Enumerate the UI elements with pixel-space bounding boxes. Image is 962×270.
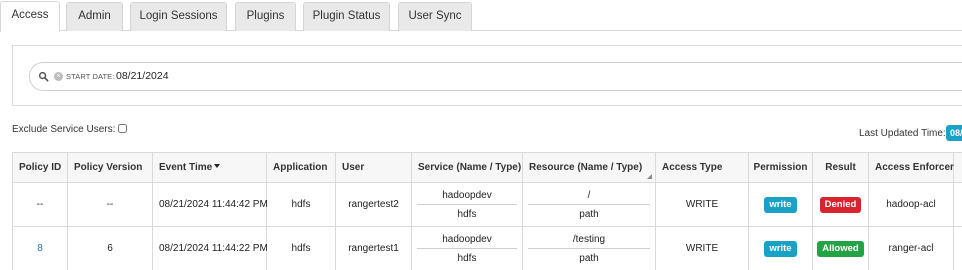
table-row[interactable]: 8 6 08/21/2024 11:44:22 PM hdfs rangerte… — [12, 226, 962, 270]
tab-access[interactable]: Access — [0, 1, 60, 32]
permission-cell: write — [748, 182, 813, 227]
exclude-label: Exclude Service Users: — [12, 124, 116, 135]
resize-handle-icon[interactable] — [647, 174, 652, 179]
user-cell: rangertest2 — [335, 182, 412, 227]
result-cell: Allowed — [812, 226, 869, 270]
permission-badge: write — [764, 240, 797, 257]
col-resource: Resource (Name / Type) — [522, 152, 656, 183]
tab-plugin-status[interactable]: Plugin Status — [303, 2, 390, 31]
exclude-service-users: Exclude Service Users: — [12, 124, 128, 135]
access-type-cell: WRITE — [655, 226, 749, 270]
facet-value[interactable]: 08/21/2024 — [116, 70, 169, 82]
sort-desc-icon — [214, 164, 221, 168]
tab-login-sessions[interactable]: Login Sessions — [130, 2, 227, 31]
service-type: hdfs — [457, 208, 477, 220]
col-access-type: Access Type — [655, 152, 749, 183]
search-input[interactable]: × START DATE: 08/21/2024 — [29, 62, 962, 91]
policy-version-cell: 6 — [67, 226, 153, 270]
overflow-cell — [953, 182, 962, 227]
tab-admin[interactable]: Admin — [66, 2, 123, 31]
service-type: hdfs — [457, 252, 477, 264]
last-updated-badge: 08/ — [946, 125, 962, 141]
tab-bar: Access Admin Login Sessions Plugins Plug… — [0, 0, 962, 32]
resource-type: path — [579, 252, 599, 264]
policy-version-cell: -- — [67, 182, 153, 227]
result-cell: Denied — [812, 182, 869, 227]
col-application: Application — [266, 152, 336, 183]
service-cell: hadoopdev hdfs — [411, 226, 523, 270]
tab-user-sync[interactable]: User Sync — [398, 2, 472, 31]
col-access-enforcer: Access Enforcer — [868, 152, 954, 183]
resource-cell: /testing path — [522, 226, 656, 270]
col-policy-id: Policy ID — [12, 152, 68, 183]
table-row[interactable]: -- -- 08/21/2024 11:44:42 PM hdfs ranger… — [12, 182, 962, 227]
result-badge: Allowed — [817, 240, 864, 257]
application-cell: hdfs — [266, 226, 336, 270]
event-time-cell: 08/21/2024 11:44:22 PM — [152, 226, 268, 270]
policy-id-link[interactable]: 8 — [37, 243, 43, 254]
access-enforcer-cell: ranger-acl — [868, 226, 954, 270]
audit-table: Policy ID Policy Version Event Time Appl… — [12, 152, 962, 270]
access-type-cell: WRITE — [655, 182, 749, 227]
remove-facet-icon[interactable]: × — [54, 72, 63, 81]
search-icon — [38, 71, 49, 82]
service-name: hadoopdev — [442, 189, 492, 201]
event-time-cell: 08/21/2024 11:44:42 PM — [152, 182, 268, 227]
col-permission: Permission — [748, 152, 813, 183]
resource-type: path — [579, 208, 599, 220]
col-user: User — [335, 152, 412, 183]
resource-name: / — [587, 189, 591, 201]
permission-badge: write — [764, 196, 797, 213]
col-policy-version: Policy Version — [67, 152, 153, 183]
access-enforcer-cell: hadoop-acl — [868, 182, 954, 227]
facet-label: START DATE: — [66, 72, 115, 81]
exclude-service-users-checkbox[interactable] — [118, 124, 128, 133]
service-name: hadoopdev — [442, 233, 492, 245]
resource-cell: / path — [522, 182, 656, 227]
application-cell: hdfs — [266, 182, 336, 227]
col-event-time[interactable]: Event Time — [152, 152, 267, 183]
table-header-row: Policy ID Policy Version Event Time Appl… — [12, 152, 962, 183]
resource-name: /testing — [572, 233, 606, 245]
policy-id-cell: -- — [12, 182, 68, 227]
col-overflow — [953, 152, 962, 183]
col-service: Service (Name / Type) — [411, 152, 523, 183]
last-updated-label: Last Updated Time: — [859, 128, 946, 139]
tab-plugins[interactable]: Plugins — [235, 2, 296, 31]
permission-cell: write — [748, 226, 813, 270]
user-cell: rangertest1 — [335, 226, 412, 270]
search-panel: × START DATE: 08/21/2024 — [12, 45, 962, 106]
col-result: Result — [812, 152, 869, 183]
policy-id-cell[interactable]: 8 — [12, 226, 68, 270]
service-cell: hadoopdev hdfs — [411, 182, 523, 227]
overflow-cell — [953, 226, 962, 270]
result-badge: Denied — [819, 196, 862, 213]
